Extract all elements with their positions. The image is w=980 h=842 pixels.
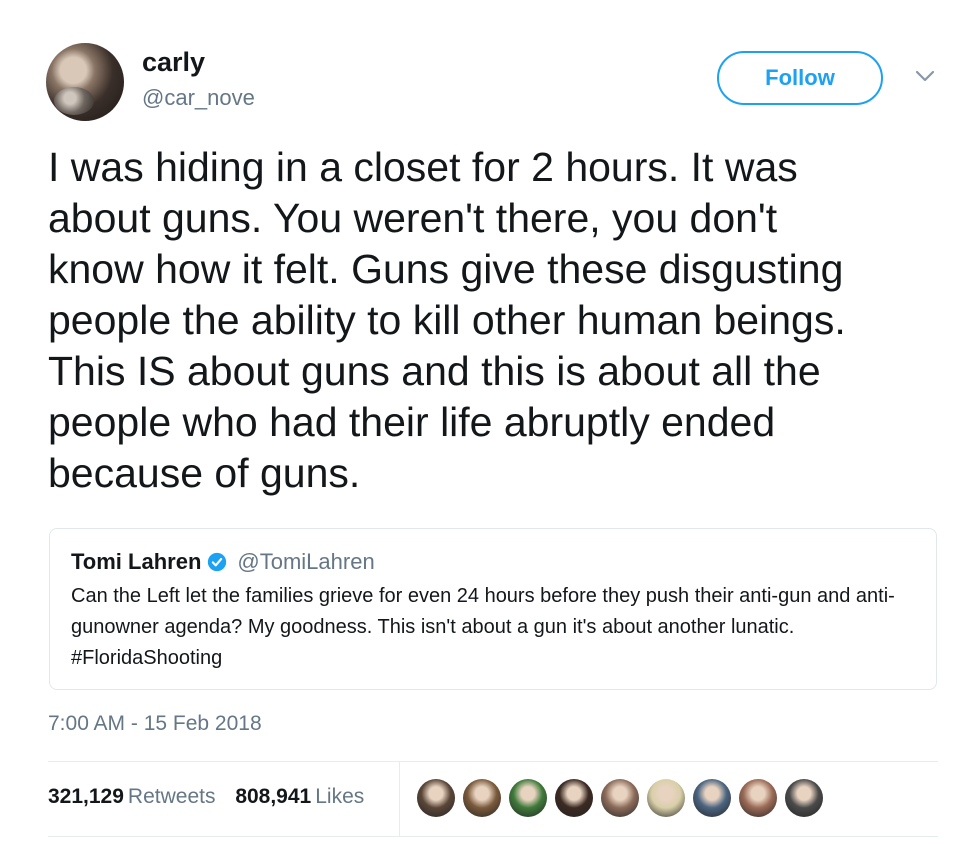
quoted-display-name: Tomi Lahren: [71, 549, 202, 574]
liker-avatar[interactable]: [509, 779, 547, 817]
follow-button[interactable]: Follow: [717, 51, 883, 105]
quoted-tweet-header: Tomi Lahren @TomiLahren: [71, 549, 915, 575]
likes-count[interactable]: 808,941: [235, 785, 311, 808]
quoted-tweet-text: Can the Left let the families grieve for…: [71, 585, 895, 669]
chevron-down-icon[interactable]: [914, 68, 936, 84]
likes-label[interactable]: Likes: [315, 785, 364, 808]
liker-avatar[interactable]: [739, 779, 777, 817]
verified-badge-icon: [208, 552, 227, 572]
liker-avatar[interactable]: [601, 779, 639, 817]
liker-avatar[interactable]: [647, 779, 685, 817]
liker-avatar[interactable]: [555, 779, 593, 817]
stats-divider: [399, 762, 400, 836]
author-avatar[interactable]: [46, 43, 124, 121]
tweet-text: I was hiding in a closet for 2 hours. It…: [48, 144, 846, 496]
liker-avatars: [417, 779, 823, 817]
author-display-name[interactable]: carly: [142, 47, 205, 78]
quoted-tweet[interactable]: Tomi Lahren @TomiLahren Can the Left let…: [49, 528, 937, 690]
liker-avatar[interactable]: [785, 779, 823, 817]
liker-avatar[interactable]: [693, 779, 731, 817]
divider: [48, 761, 938, 762]
quoted-handle: @TomiLahren: [237, 549, 375, 574]
liker-avatar[interactable]: [417, 779, 455, 817]
tweet-stats: 321,129 Retweets 808,941 Likes: [48, 785, 378, 809]
liker-avatar[interactable]: [463, 779, 501, 817]
tweet-timestamp[interactable]: 7:00 AM - 15 Feb 2018: [48, 712, 262, 736]
author-handle[interactable]: @car_nove: [142, 85, 255, 111]
divider: [48, 836, 938, 837]
retweets-label[interactable]: Retweets: [128, 785, 216, 808]
retweets-count[interactable]: 321,129: [48, 785, 124, 808]
